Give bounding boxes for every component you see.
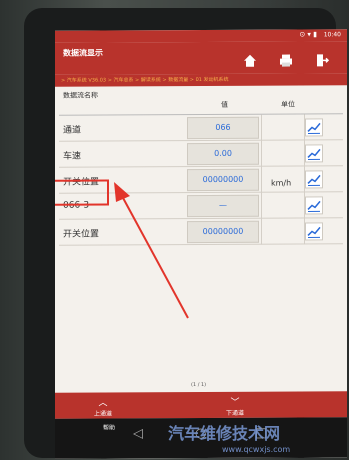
watermark-url: www.qcwxjs.com	[222, 445, 291, 454]
annotation-arrow	[114, 182, 189, 319]
watermark-logo: 汽车维修技术网	[168, 424, 281, 443]
